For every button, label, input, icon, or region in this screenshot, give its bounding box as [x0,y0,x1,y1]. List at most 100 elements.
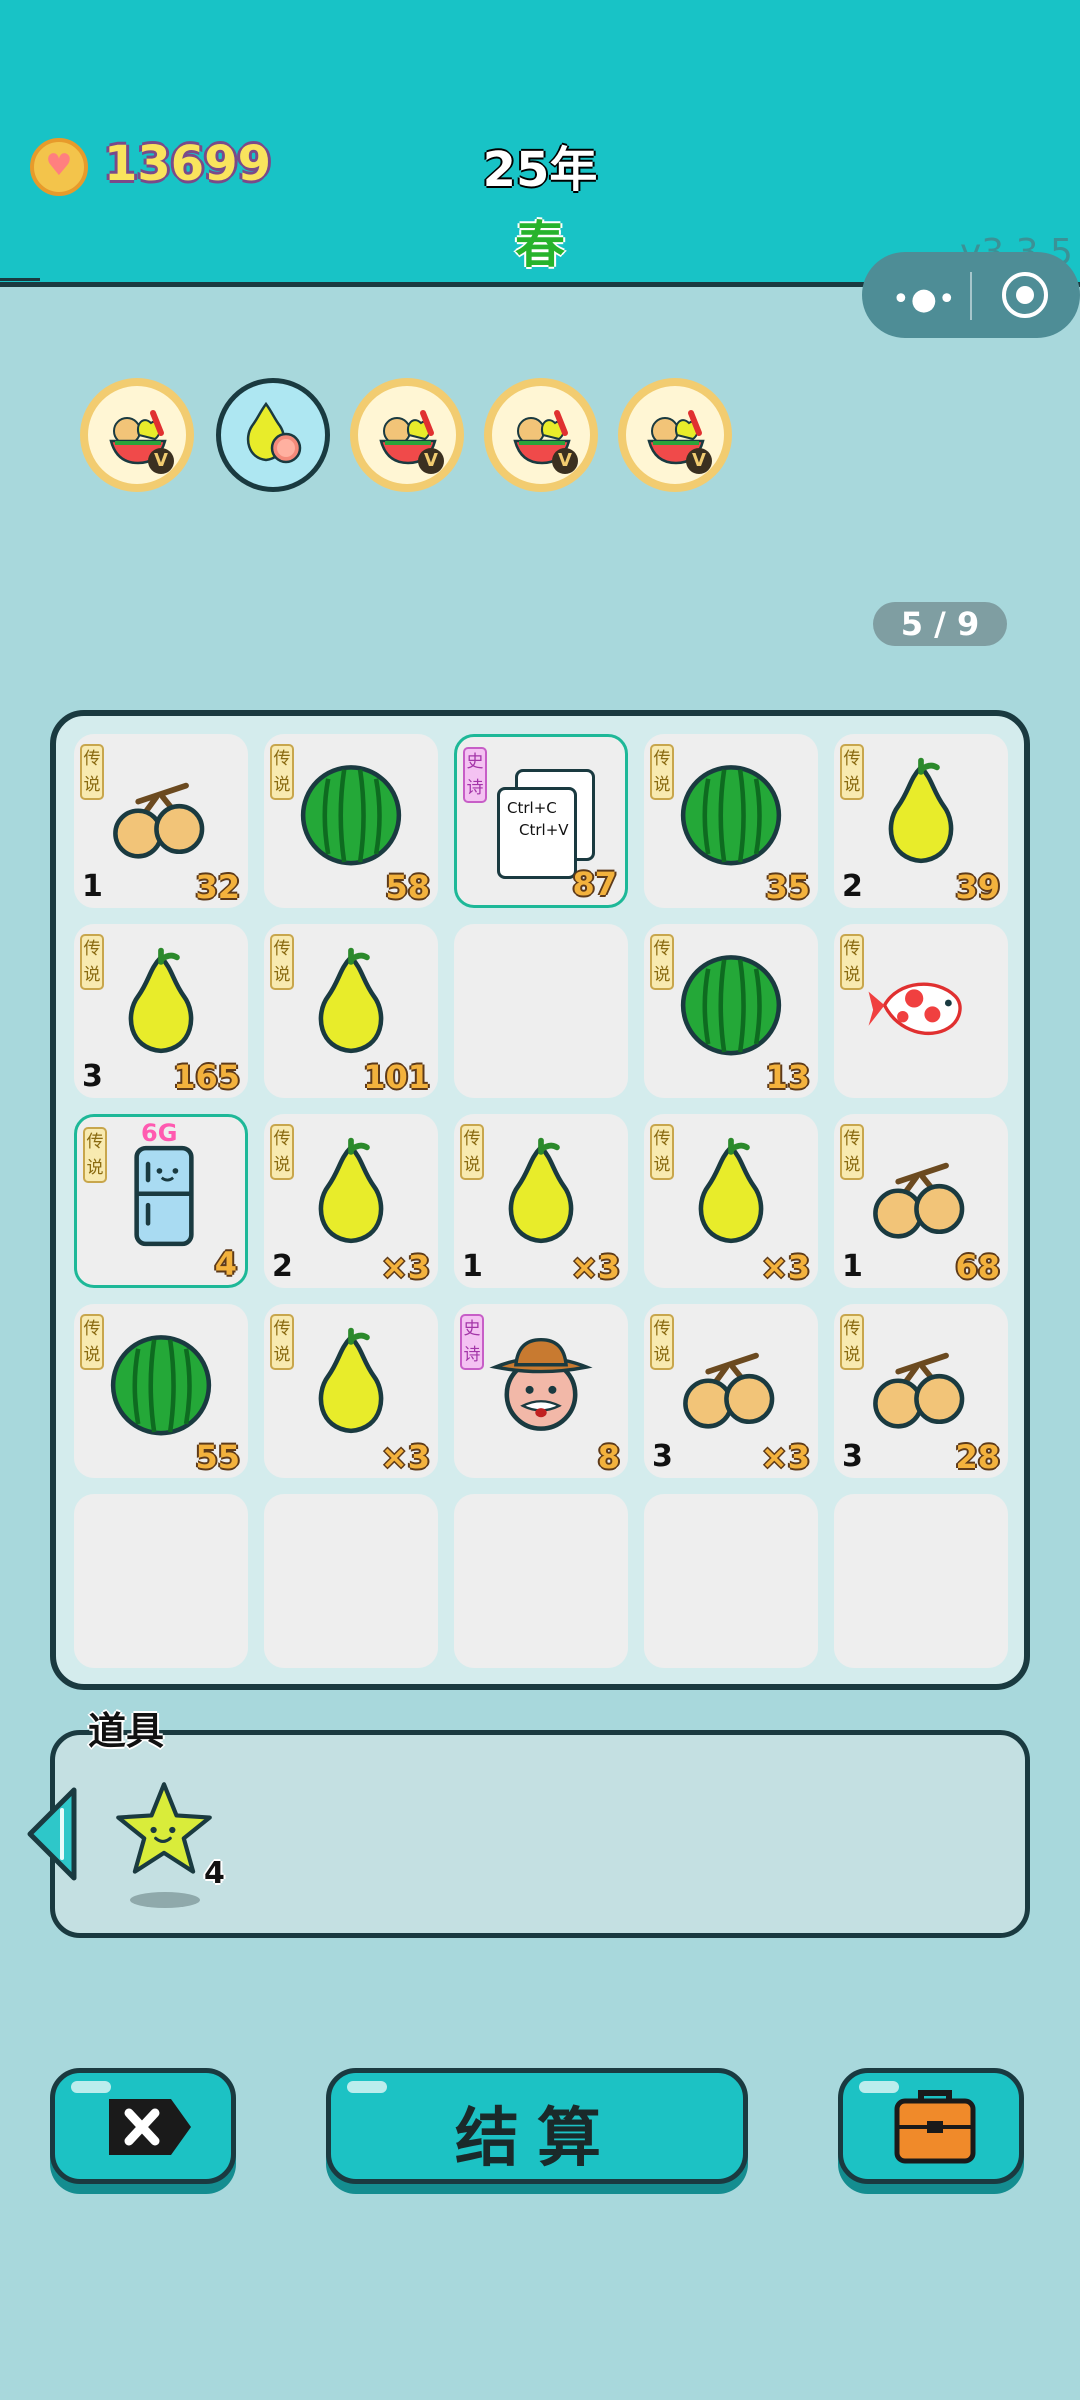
legend-rarity-tag: 传说 [460,1124,484,1180]
cell-level: 3 [652,1439,673,1474]
round-1-fruit-basket-icon: V [80,378,194,492]
pomelo-icon [888,757,954,864]
coin-count: 13699 [104,136,271,192]
empty-cell[interactable] [454,924,628,1098]
cell-value: 28 [955,1438,1000,1476]
cell-level: 1 [82,869,103,904]
star-count: 4 [204,1856,225,1891]
item-cell-longan[interactable]: 传说 1 68 [834,1114,1008,1288]
cell-value: ×3 [380,1438,430,1476]
miniprogram-capsule: •●• [862,252,1080,338]
settle-button[interactable]: 结算 [326,2068,748,2184]
pomelo-icon [508,1137,574,1244]
watermelon-icon [680,765,782,866]
item-cell-watermelon[interactable]: 传说 13 [644,924,818,1098]
watermelon-icon [110,1335,212,1436]
more-icon[interactable]: •●• [892,282,957,317]
round-badge: V [148,448,174,474]
round-badge: V [686,448,712,474]
cell-value: 55 [195,1438,240,1476]
cell-value: 68 [955,1248,1000,1286]
pomelo-icon [318,1327,384,1434]
bag-button[interactable] [838,2068,1024,2184]
year-label: 25年 [482,142,598,198]
cell-value: 32 [195,868,240,906]
item-cell-longan[interactable]: 传说 3 28 [834,1304,1008,1478]
season-label: 春 [515,216,565,274]
item-cell-longan[interactable]: 传说 3 ×3 [644,1304,818,1478]
cell-value: 165 [173,1058,240,1096]
close-icon [109,2099,191,2155]
item-cell-pomelo[interactable]: 传说 1 ×3 [454,1114,628,1288]
items-label: 道具 [88,1709,165,1753]
cell-level: 3 [82,1059,103,1094]
pomelo-icon [318,947,384,1054]
item-cell-pomelo[interactable]: 传说 2 ×3 [264,1114,438,1288]
item-cell-farmer[interactable]: 史诗 8 [454,1304,628,1478]
legend-rarity-tag: 传说 [650,934,674,990]
cell-value: 87 [572,865,617,903]
empty-cell[interactable] [74,1494,248,1668]
watermelon-icon [300,765,402,866]
round-badge: V [418,448,444,474]
epic-rarity-tag: 史诗 [460,1314,484,1370]
copy-card-line1: Ctrl+C [507,799,557,817]
cell-level: 1 [842,1249,863,1284]
item-cell-pomelo[interactable]: 传说 ×3 [264,1304,438,1478]
legend-rarity-tag: 传说 [650,744,674,800]
copy-card-icon: Ctrl+C Ctrl+V [497,769,595,879]
item-cell-copy-card[interactable]: Ctrl+C Ctrl+V 史诗 87 [454,734,628,908]
empty-cell[interactable] [834,1494,1008,1668]
item-cell-pomelo[interactable]: 传说 101 [264,924,438,1098]
cell-value: 13 [765,1058,810,1096]
capsule-divider [970,272,972,320]
header-divider [0,278,40,281]
item-cell-koi[interactable]: 传说 [834,924,1008,1098]
cell-level: 1 [462,1249,483,1284]
briefcase-icon [894,2090,976,2164]
empty-cell[interactable] [264,1494,438,1668]
settle-label: 结算 [455,2102,619,2176]
item-cell-pomelo[interactable]: 传说 3 165 [74,924,248,1098]
arrow-left-icon[interactable] [22,1786,82,1882]
close-miniprogram-icon[interactable] [1002,272,1048,318]
cell-value: 4 [214,1245,237,1283]
item-board: 传说 1 32 传说 58 Ctrl+C Ctrl+V 史诗 87 传说 35 传说 2 39 传说 3 165… [50,710,1030,1690]
epic-rarity-tag: 史诗 [463,747,487,803]
empty-cell[interactable] [644,1494,818,1668]
legend-rarity-tag: 传说 [80,1314,104,1370]
cell-value: 58 [385,868,430,906]
item-cell-longan[interactable]: 传说 1 32 [74,734,248,908]
item-cell-pomelo[interactable]: 传说 2 39 [834,734,1008,908]
star-icon[interactable] [112,1778,216,1882]
watermelon-icon [680,955,782,1056]
legend-rarity-tag: 传说 [80,744,104,800]
legend-rarity-tag: 传说 [270,744,294,800]
legend-rarity-tag: 传说 [83,1127,107,1183]
round-4-fruit-basket-icon: V [484,378,598,492]
item-cell-watermelon[interactable]: 传说 35 [644,734,818,908]
longan-icon [683,1352,775,1429]
round-2-pomelo-icon [216,378,330,492]
longan-icon [873,1162,965,1239]
koi-icon [868,982,962,1036]
legend-rarity-tag: 传说 [840,744,864,800]
star-shadow [130,1892,200,1908]
legend-rarity-tag: 传说 [650,1314,674,1370]
cell-value: 8 [597,1438,620,1476]
cell-value: 101 [363,1058,430,1096]
round-3-fruit-basket-icon: V [350,378,464,492]
item-cell-watermelon[interactable]: 传说 55 [74,1304,248,1478]
legend-rarity-tag: 传说 [840,934,864,990]
coin-icon [30,138,88,196]
empty-cell[interactable] [454,1494,628,1668]
fridge-icon [134,1145,194,1247]
item-cell-fridge[interactable]: 传说 6G 4 [74,1114,248,1288]
pomelo-icon [318,1137,384,1244]
legend-rarity-tag: 传说 [270,934,294,990]
item-cell-pomelo[interactable]: 传说 ×3 [644,1114,818,1288]
item-cell-watermelon[interactable]: 传说 58 [264,734,438,908]
close-button[interactable] [50,2068,236,2184]
cell-value: 39 [955,868,1000,906]
fridge-badge: 6G [141,1119,178,1147]
